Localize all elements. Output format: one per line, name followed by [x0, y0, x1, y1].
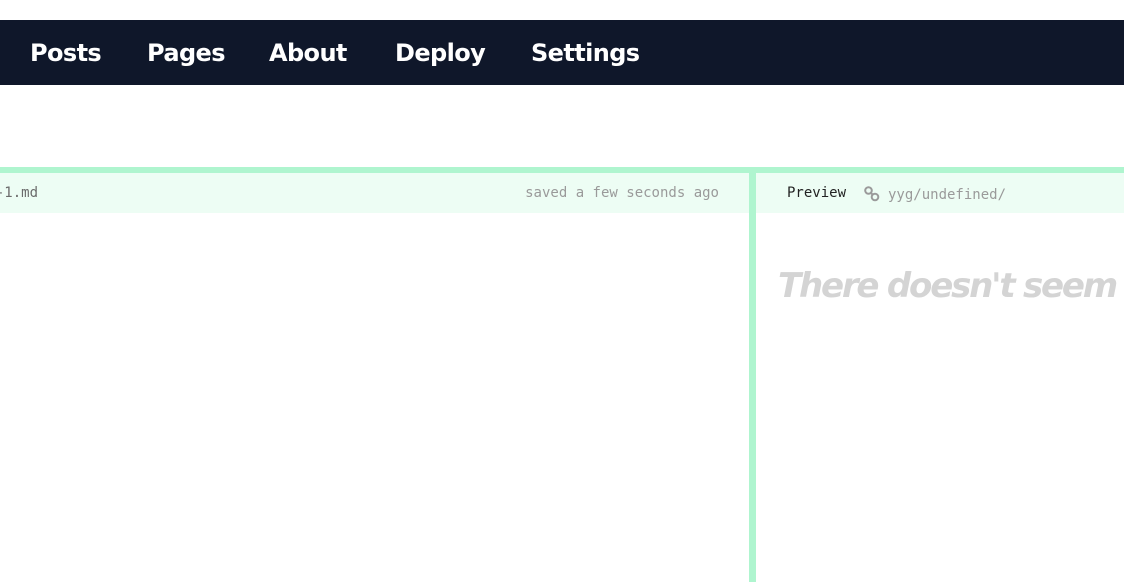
empty-preview-message: There doesn't seem to [778, 266, 1124, 306]
nav-item-deploy[interactable]: Deploy [395, 39, 486, 67]
preview-url-link[interactable]: yyg/undefined/ [888, 187, 1006, 203]
link-icon[interactable] [863, 185, 881, 203]
preview-header: Preview yyg/undefined/ [756, 173, 1124, 213]
nav-item-pages[interactable]: Pages [147, 39, 225, 67]
editor-header: st-1.md saved a few seconds ago [0, 173, 749, 213]
nav-item-posts[interactable]: Posts [30, 39, 102, 67]
preview-label: Preview [787, 185, 847, 201]
preview-pane: There doesn't seem to [756, 213, 1124, 582]
nav-item-about[interactable]: About [269, 39, 347, 67]
editor-filename: st-1.md [0, 185, 39, 201]
nav-item-settings[interactable]: Settings [531, 39, 640, 67]
pane-divider[interactable] [749, 167, 756, 582]
top-navbar: Posts Pages About Deploy Settings [0, 20, 1124, 85]
markdown-editor[interactable] [0, 213, 749, 582]
save-status: saved a few seconds ago [525, 185, 719, 201]
